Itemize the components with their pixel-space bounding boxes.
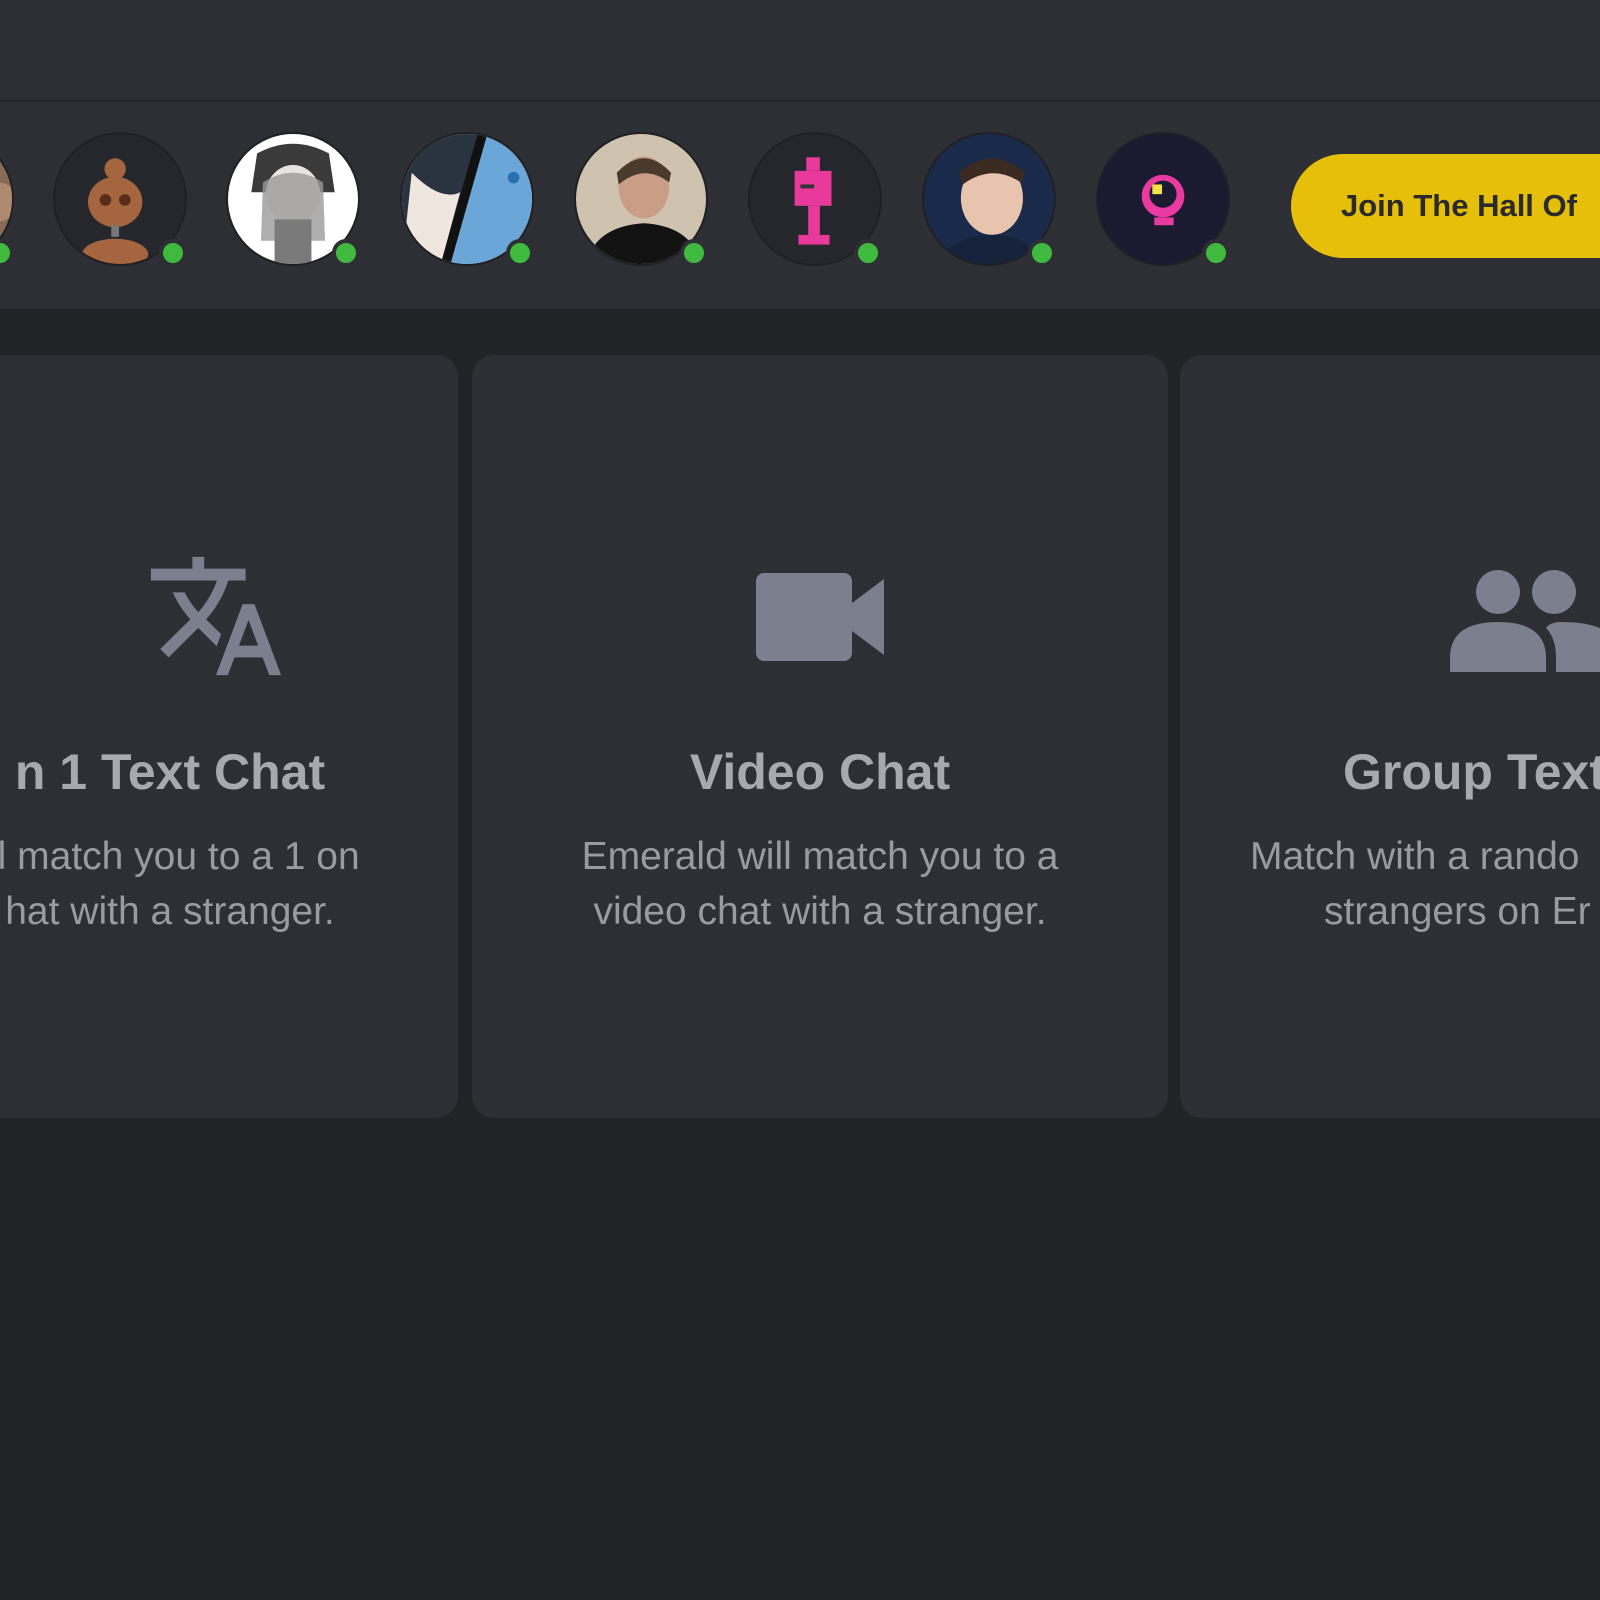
card-description-line: Match with a rando [1250,835,1580,878]
card-description-line: strangers on Er [1324,890,1591,933]
card-title: Video Chat [689,744,951,800]
top-bar [0,0,1600,102]
online-users-strip: Join The Hall Of [0,102,1600,309]
online-status-dot[interactable] [159,239,187,267]
card-description-line: Emerald will match you to a [581,835,1059,878]
user-avatar[interactable] [574,132,708,267]
group-text-card[interactable]: Group Text Match with a rando strangers … [1180,355,1600,1118]
group-icon [1450,570,1600,672]
online-status-dot [680,239,708,267]
card-description: Emerald will match you to a video chat w… [472,829,1168,939]
translate-icon [150,556,282,676]
user-avatar[interactable] [400,132,534,267]
video-camera-icon [756,573,884,661]
online-status-dot [506,239,534,267]
user-avatar[interactable] [226,132,360,267]
card-title: Group Text [1343,744,1600,800]
user-avatar[interactable] [53,132,187,267]
card-description-line: video chat with a stranger. [593,890,1047,933]
online-status-dot [1028,239,1056,267]
online-status-dot [332,239,360,267]
text-chat-card[interactable]: n 1 Text Chat ill match you to a 1 on ha… [0,355,458,1118]
user-avatar[interactable] [0,132,14,267]
online-status-dot [0,239,14,267]
user-avatar[interactable] [922,132,1056,267]
user-avatar[interactable] [1096,132,1230,267]
online-status-dot [1202,239,1230,267]
join-hall-of-fame-button[interactable]: Join The Hall Of [1291,154,1600,258]
card-description: ill match you to a 1 on hat with a stran… [0,829,458,939]
user-avatar[interactable] [748,132,882,267]
online-status-dot [854,239,882,267]
card-title: n 1 Text Chat [14,744,326,800]
card-description: Match with a rando strangers on Er [1250,829,1600,939]
card-description-line: hat with a stranger. [5,890,335,933]
card-description-line: ill match you to a 1 on [0,835,360,878]
video-chat-card[interactable]: Video Chat Emerald will match you to a v… [472,355,1168,1118]
